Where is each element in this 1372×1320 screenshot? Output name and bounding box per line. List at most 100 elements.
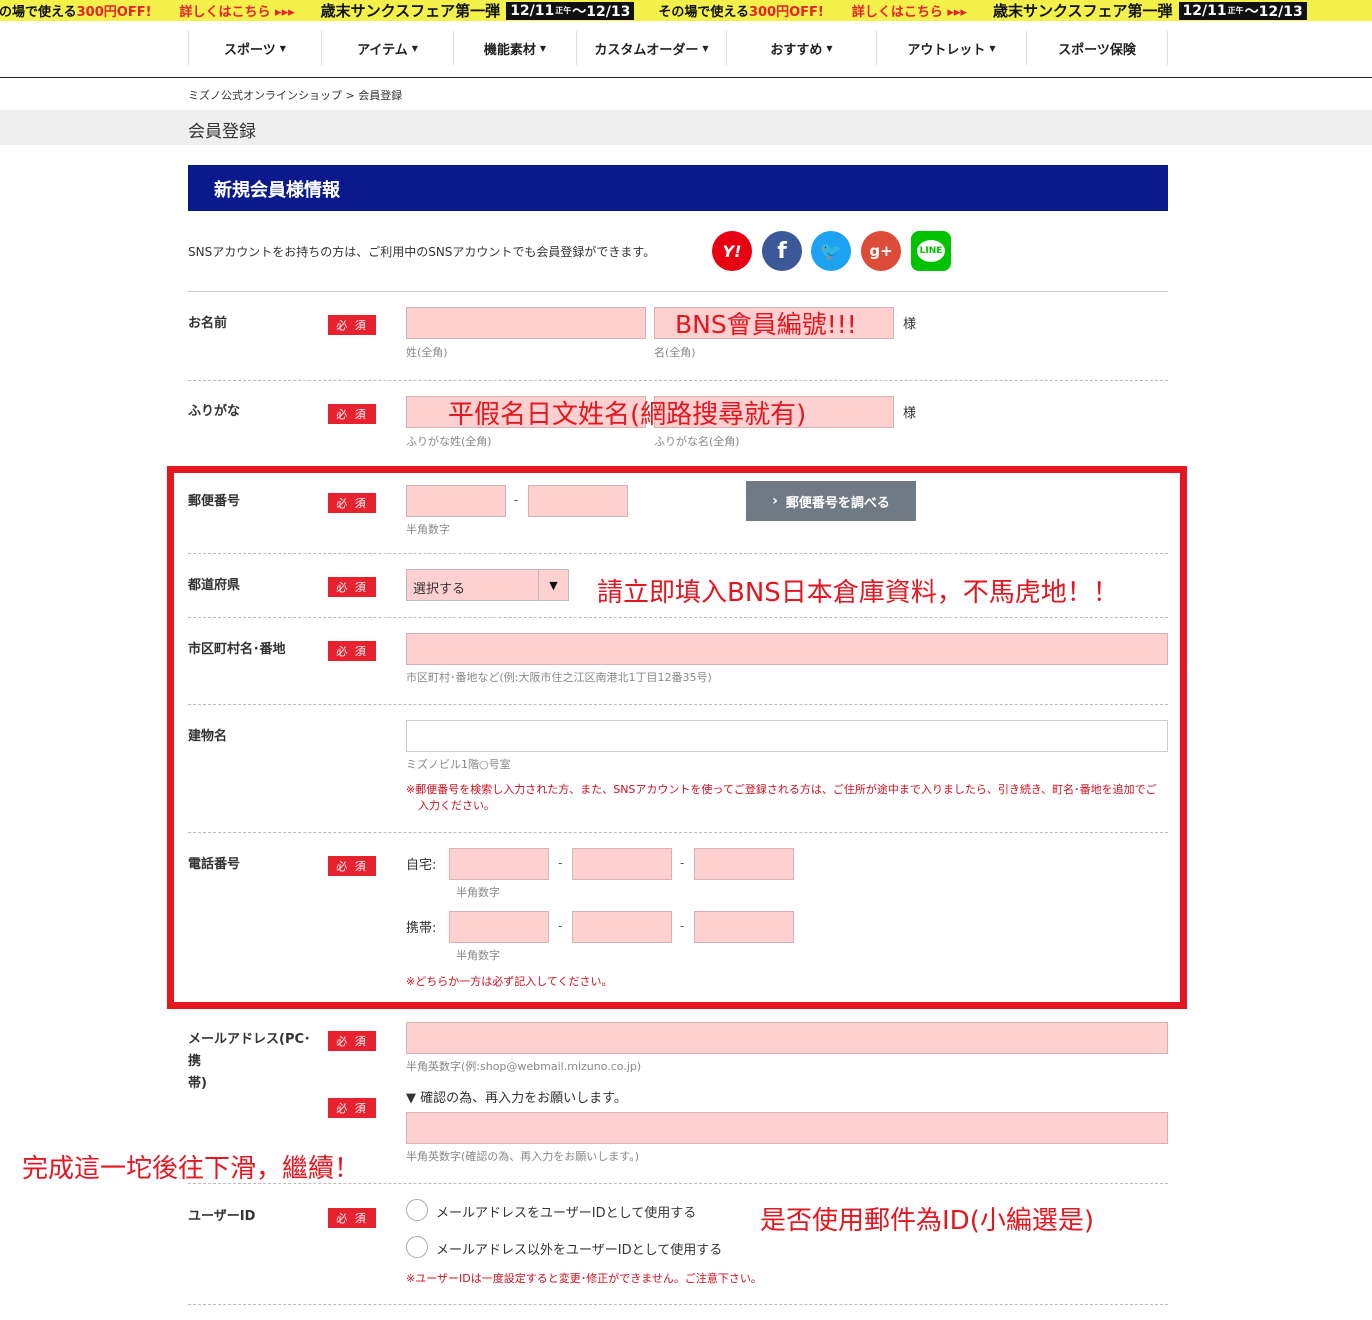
promo-title: 歳末サンクスフェア第一弾	[320, 2, 501, 20]
building-input[interactable]	[406, 720, 1168, 752]
last-name-input[interactable]	[406, 307, 646, 339]
facebook-login-button[interactable]: f	[762, 231, 802, 271]
annotation-name: BNS會員編號!!!	[675, 310, 857, 339]
required-badge: 必 須	[328, 1031, 376, 1051]
annotation-kana: 平假名日文姓名(網路搜尋就有)	[448, 400, 807, 430]
home-tel-1-input[interactable]	[449, 848, 549, 880]
main-nav: スポーツ ▼ アイテム ▼ 機能素材 ▼ カスタムオーダー ▼ おすすめ ▼ アウトレット…	[188, 31, 1168, 65]
building-label: 建物名	[188, 729, 228, 744]
home-tel-label: 自宅:	[406, 858, 437, 873]
caret-down-icon: ▼	[279, 43, 286, 53]
required-badge: 必 須	[328, 1098, 376, 1118]
first-name-hint: 名(全角)	[654, 346, 696, 359]
home-tel-hint: 半角数字	[456, 886, 500, 899]
kana-first-name-hint: ふりがな名(全角)	[654, 435, 740, 448]
zip-second-input[interactable]	[528, 485, 628, 517]
required-badge: 必 須	[328, 577, 376, 597]
line-icon: LINE	[917, 240, 945, 262]
prefecture-label: 都道府県	[188, 578, 241, 593]
nav-divider	[0, 77, 1372, 78]
promo-offer-text: その場で使える	[0, 5, 77, 20]
userid-email-radio[interactable]	[406, 1199, 428, 1221]
caret-down-icon: ▼	[702, 43, 709, 53]
email-label: メールアドレス(PC･携 帯)	[188, 1032, 311, 1091]
chevron-down-icon: ▼	[538, 570, 568, 600]
promo-more-link[interactable]: 詳しくはこちら ▸▸▸	[852, 1, 967, 20]
userid-custom-option-label[interactable]: メールアドレス以外をユーザーIDとして使用する	[436, 1239, 722, 1258]
breadcrumb: ミズノ公式オンラインショップ > 会員登録	[188, 87, 402, 103]
yahoo-login-button[interactable]: Y!	[712, 231, 752, 271]
kana-last-name-hint: ふりがな姓(全角)	[406, 435, 492, 448]
nav-item-items[interactable]: アイテム ▼	[321, 31, 453, 65]
home-tel-3-input[interactable]	[694, 848, 794, 880]
promo-more-link[interactable]: 詳しくはこちら ▸▸▸	[180, 1, 295, 20]
required-badge: 必 須	[328, 641, 376, 661]
promo-date: 12/11 正午 〜12/13	[506, 1, 635, 20]
nav-item-recommended[interactable]: おすすめ ▼	[726, 31, 876, 65]
name-suffix: 様	[903, 317, 917, 332]
userid-email-option-label[interactable]: メールアドレスをユーザーIDとして使用する	[436, 1202, 696, 1221]
caret-down-icon: ▼	[826, 43, 833, 53]
mobile-tel-3-input[interactable]	[694, 911, 794, 943]
zip-lookup-button[interactable]: › 郵便番号を調べる	[746, 481, 916, 521]
divider	[188, 553, 1168, 554]
chevron-right-icon: ›	[772, 493, 778, 509]
prefecture-select[interactable]: 選択する ▼	[406, 569, 569, 601]
mobile-tel-2-input[interactable]	[572, 911, 672, 943]
promo-banner[interactable]: その場で使える300円OFF! 詳しくはこちら ▸▸▸ 歳末サンクスフェア第一弾…	[0, 0, 1372, 21]
twitter-login-button[interactable]: 🐦	[811, 231, 851, 271]
required-badge: 必 須	[328, 856, 376, 876]
page-title: 会員登録	[188, 122, 256, 142]
tel-note: ※どちらか一方は必ず記入してください。	[406, 975, 613, 988]
divider	[188, 617, 1168, 618]
divider	[188, 704, 1168, 705]
promo-offer-amount: 300円OFF!	[76, 5, 152, 20]
city-hint: 市区町村･番地など(例:大阪市住之江区南港北1丁目12番35号)	[406, 671, 712, 684]
nav-item-custom-order[interactable]: カスタムオーダー ▼	[576, 31, 726, 65]
required-badge: 必 須	[328, 315, 376, 335]
required-badge: 必 須	[328, 493, 376, 513]
kana-suffix: 様	[903, 406, 917, 421]
city-address-input[interactable]	[406, 633, 1168, 665]
last-name-hint: 姓(全角)	[406, 346, 448, 359]
nav-item-materials[interactable]: 機能素材 ▼	[453, 31, 576, 65]
userid-note: ※ユーザーIDは一度設定すると変更･修正ができません。ご注意下さい。	[406, 1272, 762, 1285]
tel-label: 電話番号	[188, 857, 241, 872]
divider	[188, 1304, 1168, 1305]
nav-item-outlet[interactable]: アウトレット ▼	[876, 31, 1026, 65]
nav-item-insurance[interactable]: スポーツ保険	[1026, 31, 1168, 65]
caret-down-icon: ▼	[411, 43, 418, 53]
mobile-tel-1-input[interactable]	[449, 911, 549, 943]
email-hint: 半角英数字(例:shop@webmail.mizuno.co.jp)	[406, 1060, 642, 1073]
promo-title: 歳末サンクスフェア第一弾	[992, 2, 1173, 20]
userid-custom-radio[interactable]	[406, 1236, 428, 1258]
zip-first-input[interactable]	[406, 485, 506, 517]
google-plus-login-button[interactable]: g+	[861, 231, 901, 271]
annotation-warehouse: 請立即填入BNS日本倉庫資料，不馬虎地！！	[597, 578, 1119, 608]
email-confirm-instruction: ▼ 確認の為、再入力をお願いします。	[406, 1091, 627, 1106]
divider	[188, 466, 1168, 467]
breadcrumb-home-link[interactable]: ミズノ公式オンラインショップ	[188, 89, 342, 102]
promo-segment: その場で使える300円OFF! 詳しくはこちら ▸▸▸ 歳末サンクスフェア第一弾…	[658, 0, 1312, 21]
line-login-button[interactable]: LINE	[911, 231, 951, 271]
email-confirm-input[interactable]	[406, 1112, 1168, 1144]
email-input[interactable]	[406, 1022, 1168, 1054]
zip-hint: 半角数字	[406, 523, 450, 536]
promo-offer-text: その場で使える	[658, 5, 749, 20]
caret-down-icon: ▼	[539, 43, 547, 53]
breadcrumb-current: 会員登録	[358, 89, 403, 102]
prefecture-select-value: 選択する	[413, 582, 466, 597]
userid-label: ユーザーID	[188, 1209, 256, 1224]
promo-date: 12/11 正午 〜12/13	[1178, 1, 1307, 20]
nav-item-sports[interactable]: スポーツ ▼	[188, 31, 321, 65]
annotation-scroll: 完成這一坨後往下滑，繼續！	[22, 1154, 361, 1184]
page-title-bar: 会員登録	[0, 110, 1372, 145]
home-tel-2-input[interactable]	[572, 848, 672, 880]
promo-offer-amount: 300円OFF!	[748, 5, 824, 20]
required-badge: 必 須	[328, 404, 376, 424]
promo-segment: その場で使える300円OFF! 詳しくはこちら ▸▸▸ 歳末サンクスフェア第一弾…	[0, 0, 640, 21]
annotation-userid: 是否使用郵件為ID(小編選是)	[760, 1206, 1094, 1236]
section-title: 新規会員様情報	[188, 165, 1168, 211]
building-hint: ミズノビル1階○号室	[406, 758, 511, 771]
address-note: ※郵便番号を検索し入力された方、また、SNSアカウントを使ってご登録される方は、…	[406, 783, 1157, 812]
